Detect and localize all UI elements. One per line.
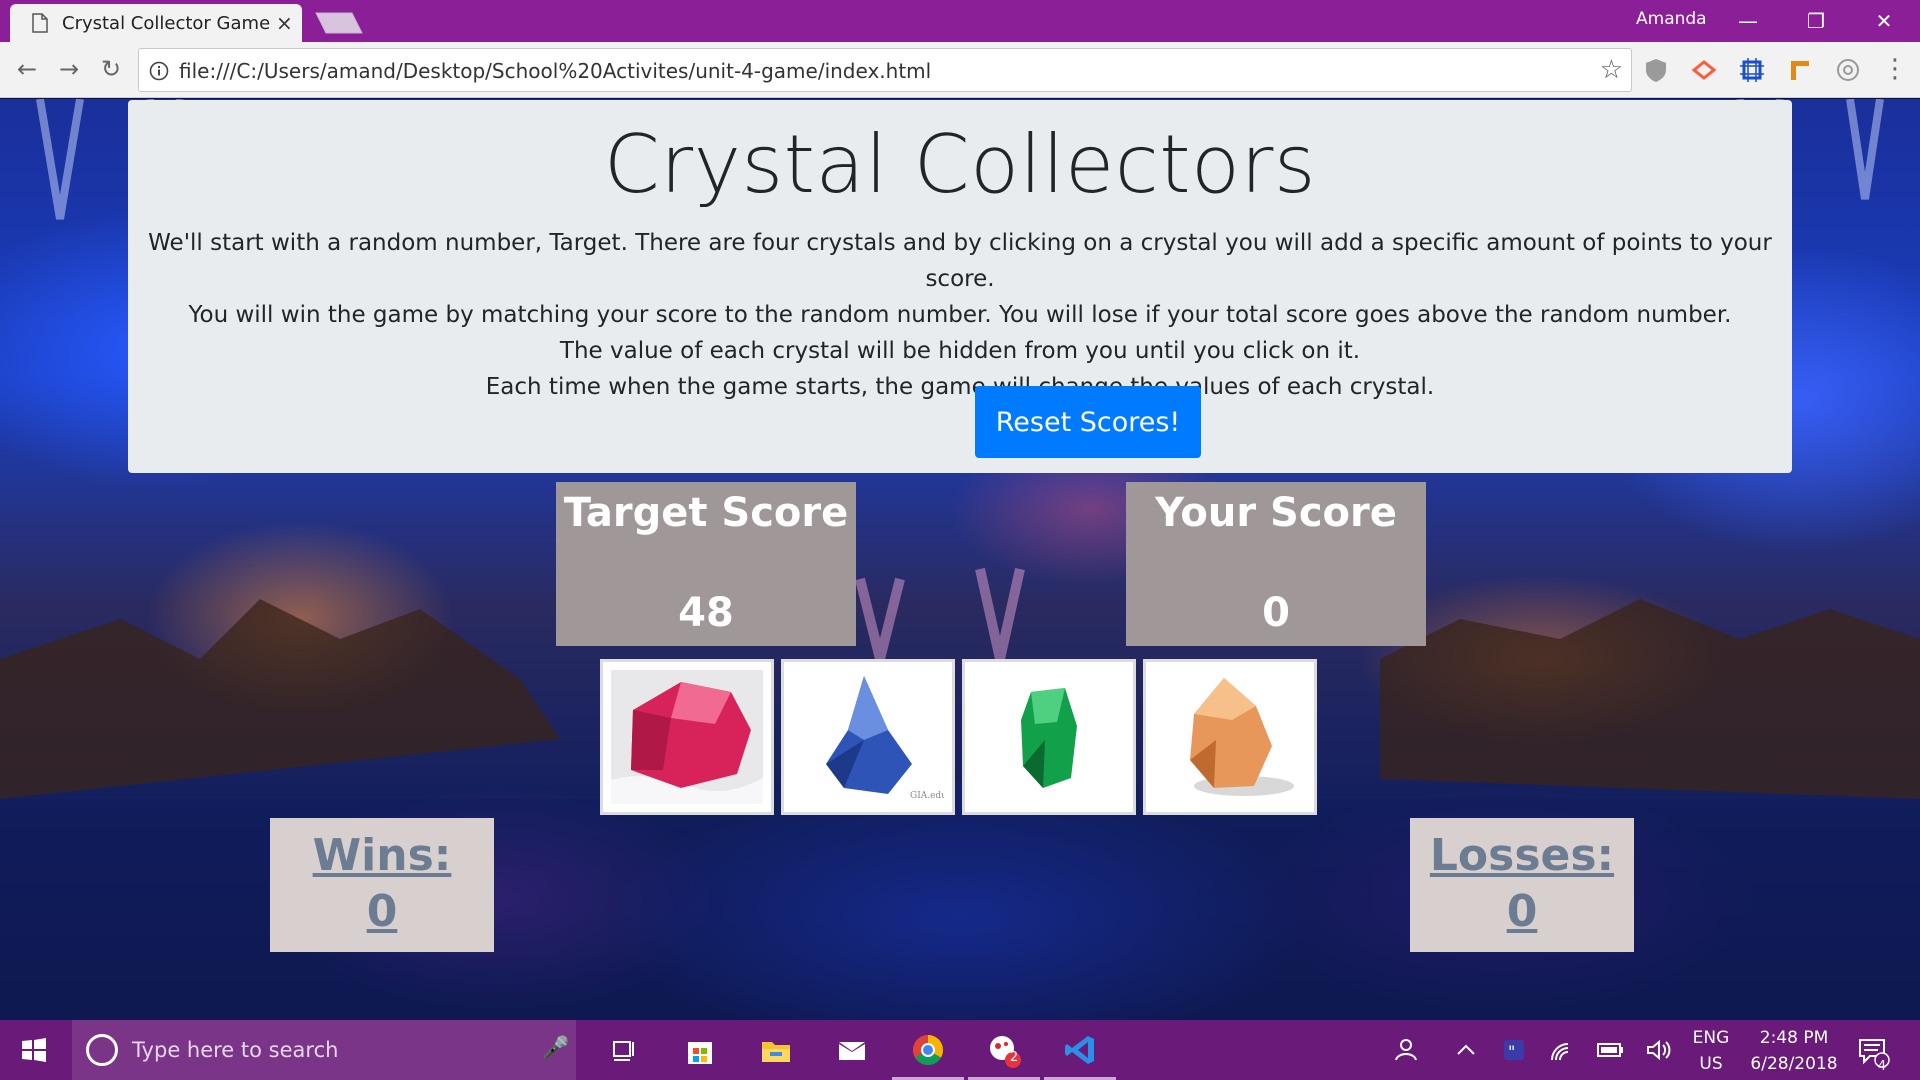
crystal-caption: GIA.edu [910,791,944,801]
blue-crystal-image: GIA.edu [792,670,944,804]
target-score-box: Target Score 48 [556,482,856,646]
clock-date[interactable]: 6/28/2018 [1744,1054,1844,1074]
browser-tab[interactable]: Crystal Collector Game × [10,4,302,42]
browser-title-bar: Crystal Collector Game × Amanda — ❐ ✕ [0,0,1920,42]
game-header: Crystal Collectors We'll start with a ra… [128,100,1792,473]
app-badge-count: 2 [1009,1050,1019,1065]
close-window-icon[interactable]: ✕ [1850,0,1918,42]
mail-icon[interactable] [832,1030,872,1070]
taskbar-search[interactable]: Type here to search 🎤 [72,1020,576,1080]
red-crystal-button[interactable] [600,659,774,815]
wins-value: 0 [366,886,398,937]
orange-crystal-image [1154,670,1306,804]
reload-icon[interactable]: ↻ [96,54,126,84]
chevron-up-icon[interactable] [1446,1030,1486,1070]
quote-app-icon[interactable]: " [1494,1030,1534,1070]
tab-close-icon[interactable]: × [276,11,293,35]
menu-icon[interactable]: ⋮ [1880,54,1910,84]
blue-crystal-button[interactable]: GIA.edu [781,659,955,815]
crop-extension-icon[interactable] [1738,56,1766,84]
circle-extension-icon[interactable] [1834,56,1862,84]
new-tab-button[interactable] [314,11,364,35]
star-icon[interactable]: ☆ [1600,55,1623,85]
browser-toolbar: ← → ↻ file:///C:/Users/amand/Desktop/Sch… [0,42,1920,98]
red-crystal-image [611,670,763,804]
clock-time[interactable]: 2:48 PM [1744,1028,1844,1048]
windows-taskbar: Type here to search 🎤 2 " ENG US 2:48 PM… [0,1020,1920,1080]
vscode-icon[interactable] [1060,1030,1100,1070]
battery-icon[interactable] [1590,1030,1630,1070]
page-icon [32,13,48,33]
target-score-label: Target Score [563,490,849,536]
orange-crystal-button[interactable] [1143,659,1317,815]
volume-icon[interactable] [1638,1030,1678,1070]
address-bar[interactable]: file:///C:/Users/amand/Desktop/School%20… [138,48,1632,92]
cortana-icon[interactable] [86,1034,118,1066]
your-score-box: Your Score 0 [1126,482,1426,646]
instructions: We'll start with a random number, Target… [128,225,1792,405]
profile-name[interactable]: Amanda [1636,9,1707,29]
losses-box: Losses: 0 [1410,818,1634,952]
wifi-icon[interactable] [1542,1030,1582,1070]
store-icon[interactable] [680,1030,720,1070]
windows-start-icon[interactable] [14,1030,54,1070]
reset-scores-button[interactable]: Reset Scores! [975,386,1201,458]
wins-box: Wins: 0 [270,818,494,952]
chrome-icon[interactable] [908,1030,948,1070]
language-top[interactable]: ENG [1686,1028,1736,1048]
microphone-icon[interactable]: 🎤 [542,1036,569,1061]
restore-icon[interactable]: ❐ [1782,0,1850,42]
ruler-extension-icon[interactable] [1786,56,1814,84]
language-bottom[interactable]: US [1686,1054,1736,1074]
back-icon[interactable]: ← [12,54,42,84]
instruction-line: The value of each crystal will be hidden… [559,338,1361,364]
file-explorer-icon[interactable] [756,1030,796,1070]
search-placeholder: Type here to search [132,1038,339,1062]
url-text: file:///C:/Users/amand/Desktop/School%20… [179,59,932,83]
cast-extension-icon[interactable] [1690,56,1718,84]
instruction-line: We'll start with a random number, Target… [148,230,1772,292]
task-view-icon[interactable] [604,1030,644,1070]
shield-extension-icon[interactable] [1642,56,1670,84]
your-score-value: 0 [1262,590,1290,636]
losses-value: 0 [1506,886,1538,937]
game-title: Crystal Collectors [603,118,1317,211]
svg-text:": " [1508,1042,1515,1061]
notification-count: 4 [1877,1059,1887,1074]
forward-icon[interactable]: → [54,54,84,84]
info-icon[interactable] [149,61,169,81]
your-score-label: Your Score [1155,490,1397,536]
target-score-value: 48 [678,590,734,636]
green-crystal-button[interactable] [962,659,1136,815]
people-icon[interactable] [1386,1030,1426,1070]
losses-label: Losses: [1429,830,1615,881]
green-crystal-image [973,670,1125,804]
tab-title: Crystal Collector Game [62,13,271,34]
minimize-icon[interactable]: — [1714,0,1782,42]
page-content: Crystal Collectors We'll start with a ra… [0,99,1920,1020]
instruction-line: You will win the game by matching your s… [188,302,1732,328]
instruction-line: Each time when the game starts, the game… [485,374,1435,400]
wins-label: Wins: [312,830,452,881]
